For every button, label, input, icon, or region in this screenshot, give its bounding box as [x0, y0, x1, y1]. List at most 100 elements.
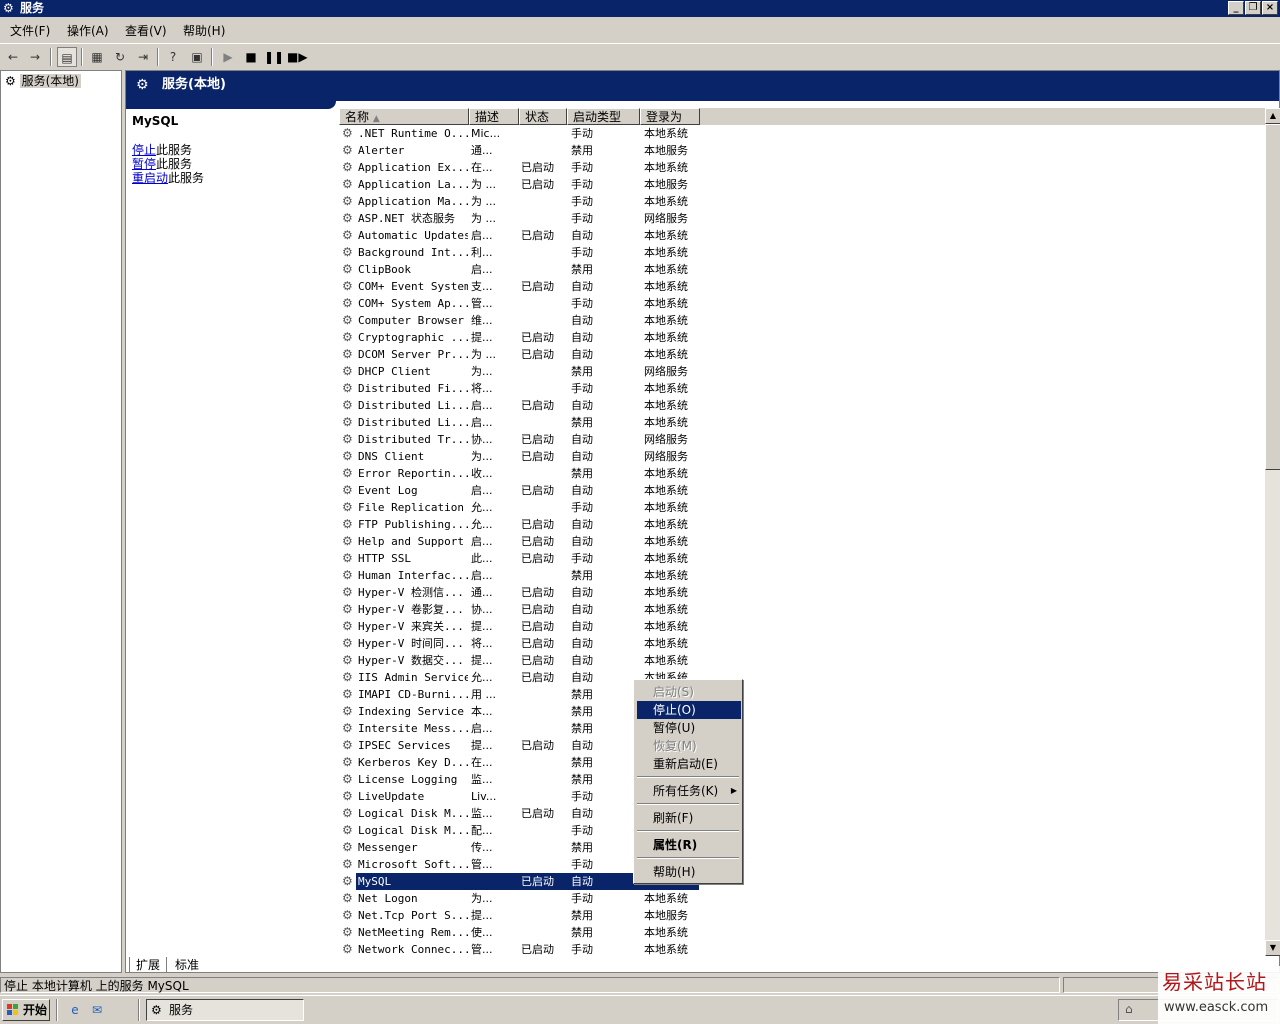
table-row[interactable]: ⚙ Hyper-V 检测信... 通... 已启动 自动 本地系统 — [339, 584, 1265, 601]
table-row[interactable]: ⚙ Net.Tcp Port S... 提... 禁用 本地服务 — [339, 907, 1265, 924]
show-hide-tree-icon[interactable]: ▤ — [57, 47, 77, 67]
table-row[interactable]: ⚙ Net Logon 为... 手动 本地系统 — [339, 890, 1265, 907]
menu-action[interactable]: 操作(A) — [67, 23, 109, 39]
table-row[interactable]: ⚙ Logical Disk M... 监... 已启动 自动 — [339, 805, 1265, 822]
refresh-icon[interactable]: ↻ — [110, 47, 130, 67]
table-row[interactable]: ⚙ IMAPI CD-Burni... 用 ... 禁用 — [339, 686, 1265, 703]
table-row[interactable]: ⚙ HTTP SSL 此... 已启动 手动 本地系统 — [339, 550, 1265, 567]
table-row[interactable]: ⚙ Application Ma... 为 ... 手动 本地系统 — [339, 193, 1265, 210]
table-row[interactable]: ⚙ IIS Admin Service 允... 已启动 自动 本地系统 — [339, 669, 1265, 686]
taskbar-item-services[interactable]: ⚙ 服务 — [146, 999, 304, 1021]
table-row[interactable]: ⚙ Hyper-V 数据交... 提... 已启动 自动 本地系统 — [339, 652, 1265, 669]
table-row[interactable]: ⚙ Application La... 为 ... 已启动 手动 本地服务 — [339, 176, 1265, 193]
cell-description: 本... — [471, 705, 493, 718]
help-icon[interactable]: ? — [163, 47, 183, 67]
menu-item-all-tasks[interactable]: 所有任务(K) ▶ — [637, 782, 741, 800]
tab-extended[interactable]: 扩展 — [129, 957, 168, 973]
forward-arrow-icon[interactable]: → — [25, 47, 45, 67]
table-row[interactable]: ⚙ DHCP Client 为... 禁用 网络服务 — [339, 363, 1265, 380]
column-header-status[interactable]: 状态 — [519, 108, 567, 125]
scroll-up-icon[interactable]: ▲ — [1265, 108, 1280, 124]
column-header-startup-type[interactable]: 启动类型 — [567, 108, 640, 125]
menu-help[interactable]: 帮助(H) — [183, 23, 225, 39]
table-row[interactable]: ⚙ MySQL 已启动 自动 — [339, 873, 1265, 890]
table-row[interactable]: ⚙ COM+ Event System 支... 已启动 自动 本地系统 — [339, 278, 1265, 295]
table-row[interactable]: ⚙ IPSEC Services 提... 已启动 自动 — [339, 737, 1265, 754]
table-row[interactable]: ⚙ Human Interfac... 启... 禁用 本地系统 — [339, 567, 1265, 584]
properties-icon[interactable]: ▦ — [87, 47, 107, 67]
network-icon[interactable]: ⌂ — [1125, 1002, 1133, 1016]
scroll-thumb[interactable] — [1265, 124, 1280, 470]
table-row[interactable]: ⚙ DNS Client 为... 已启动 自动 网络服务 — [339, 448, 1265, 465]
menu-file[interactable]: 文件(F) — [10, 23, 50, 39]
console-icon[interactable]: ▣ — [187, 47, 207, 67]
table-row[interactable]: ⚙ Messenger 传... 禁用 — [339, 839, 1265, 856]
column-header-description[interactable]: 描述 — [469, 108, 519, 125]
table-row[interactable]: ⚙ Cryptographic ... 提... 已启动 自动 本地系统 — [339, 329, 1265, 346]
table-row[interactable]: ⚙ Indexing Service 本... 禁用 — [339, 703, 1265, 720]
stop-service-icon[interactable]: ■ — [241, 47, 261, 67]
table-row[interactable]: ⚙ Error Reportin... 收... 禁用 本地系统 — [339, 465, 1265, 482]
table-row[interactable]: ⚙ License Logging 监... 禁用 — [339, 771, 1265, 788]
menu-item-pause[interactable]: 暂停(U) — [637, 719, 741, 737]
table-row[interactable]: ⚙ Application Ex... 在... 已启动 手动 本地系统 — [339, 159, 1265, 176]
table-row[interactable]: ⚙ DCOM Server Pr... 为 ... 已启动 自动 本地系统 — [339, 346, 1265, 363]
table-row[interactable]: ⚙ Distributed Li... 启... 已启动 自动 本地系统 — [339, 397, 1265, 414]
table-row[interactable]: ⚙ Logical Disk M... 配... 手动 — [339, 822, 1265, 839]
column-header-name[interactable]: 名称 ▲ — [339, 108, 469, 125]
menu-item-properties[interactable]: 属性(R) — [637, 836, 741, 854]
start-button[interactable]: 开始 — [2, 999, 50, 1021]
restart-service-link[interactable]: 重启动 — [132, 171, 168, 185]
table-row[interactable]: ⚙ FTP Publishing... 允... 已启动 自动 本地系统 — [339, 516, 1265, 533]
start-service-icon[interactable]: ▶ — [218, 47, 238, 67]
table-row[interactable]: ⚙ Background Int... 利... 手动 本地系统 — [339, 244, 1265, 261]
menu-item-start[interactable]: 启动(S) — [637, 683, 741, 701]
table-row[interactable]: ⚙ Distributed Fi... 将... 手动 本地系统 — [339, 380, 1265, 397]
menu-item-refresh[interactable]: 刷新(F) — [637, 809, 741, 827]
scroll-down-icon[interactable]: ▼ — [1265, 940, 1280, 956]
table-row[interactable]: ⚙ NetMeeting Rem... 使... 禁用 本地系统 — [339, 924, 1265, 941]
menu-item-resume[interactable]: 恢复(M) — [637, 737, 741, 755]
table-row[interactable]: ⚙ ASP.NET 状态服务 为 ... 手动 网络服务 — [339, 210, 1265, 227]
table-row[interactable]: ⚙ Alerter 通... 禁用 本地服务 — [339, 142, 1265, 159]
internet-explorer-icon[interactable]: e — [66, 1001, 84, 1019]
restart-service-icon[interactable]: ■▶ — [287, 47, 308, 67]
vertical-scrollbar[interactable]: ▲ ▼ — [1265, 108, 1280, 956]
table-row[interactable]: ⚙ COM+ System Ap... 管... 手动 本地系统 — [339, 295, 1265, 312]
table-row[interactable]: ⚙ Microsoft Soft... 管... 手动 — [339, 856, 1265, 873]
table-row[interactable]: ⚙ Event Log 启... 已启动 自动 本地系统 — [339, 482, 1265, 499]
column-header-logon-as[interactable]: 登录为 — [640, 108, 700, 125]
minimize-button[interactable]: _ — [1228, 1, 1244, 15]
table-row[interactable]: ⚙ Hyper-V 时间同... 将... 已启动 自动 本地系统 — [339, 635, 1265, 652]
table-row[interactable]: ⚙ Intersite Mess... 启... 禁用 — [339, 720, 1265, 737]
menu-item-restart[interactable]: 重新启动(E) — [637, 755, 741, 773]
table-row[interactable]: ⚙ Network Connec... 管... 已启动 手动 本地系统 — [339, 941, 1265, 956]
table-row[interactable]: ⚙ LiveUpdate Liv... 手动 — [339, 788, 1265, 805]
menu-view[interactable]: 查看(V) — [125, 23, 167, 39]
export-list-icon[interactable]: ⇥ — [133, 47, 153, 67]
table-row[interactable]: ⚙ File Replication 允... 手动 本地系统 — [339, 499, 1265, 516]
outlook-express-icon[interactable]: ✉ — [88, 1001, 106, 1019]
table-row[interactable]: ⚙ Distributed Li... 启... 禁用 本地系统 — [339, 414, 1265, 431]
close-button[interactable]: × — [1262, 1, 1278, 15]
back-arrow-icon[interactable]: ← — [3, 47, 23, 67]
table-row[interactable]: ⚙ Computer Browser 维... 自动 本地系统 — [339, 312, 1265, 329]
tree-node-services-local[interactable]: ⚙ 服务(本地) — [5, 73, 81, 89]
table-row[interactable]: ⚙ Hyper-V 卷影复... 协... 已启动 自动 本地系统 — [339, 601, 1265, 618]
restore-button[interactable]: ❐ — [1245, 1, 1261, 15]
table-row[interactable]: ⚙ Distributed Tr... 协... 已启动 自动 网络服务 — [339, 431, 1265, 448]
table-row[interactable]: ⚙ Help and Support 启... 已启动 自动 本地系统 — [339, 533, 1265, 550]
service-gear-icon: ⚙ — [342, 738, 353, 752]
table-row[interactable]: ⚙ .NET Runtime O... Mic... 手动 本地系统 — [339, 125, 1265, 142]
tab-standard[interactable]: 标准 — [169, 957, 205, 973]
pause-service-icon[interactable]: ❚❚ — [264, 47, 284, 67]
menu-item-help[interactable]: 帮助(H) — [637, 863, 741, 881]
stop-service-link[interactable]: 停止 — [132, 143, 156, 157]
table-row[interactable]: ⚙ Automatic Updates 启... 已启动 自动 本地系统 — [339, 227, 1265, 244]
cell-description: 维... — [471, 314, 493, 327]
pause-service-link[interactable]: 暂停 — [132, 157, 156, 171]
menu-item-stop[interactable]: 停止(O) — [637, 701, 741, 719]
table-row[interactable]: ⚙ Kerberos Key D... 在... 禁用 — [339, 754, 1265, 771]
table-row[interactable]: ⚙ ClipBook 启... 禁用 本地系统 — [339, 261, 1265, 278]
table-row[interactable]: ⚙ Hyper-V 来宾关... 提... 已启动 自动 本地系统 — [339, 618, 1265, 635]
